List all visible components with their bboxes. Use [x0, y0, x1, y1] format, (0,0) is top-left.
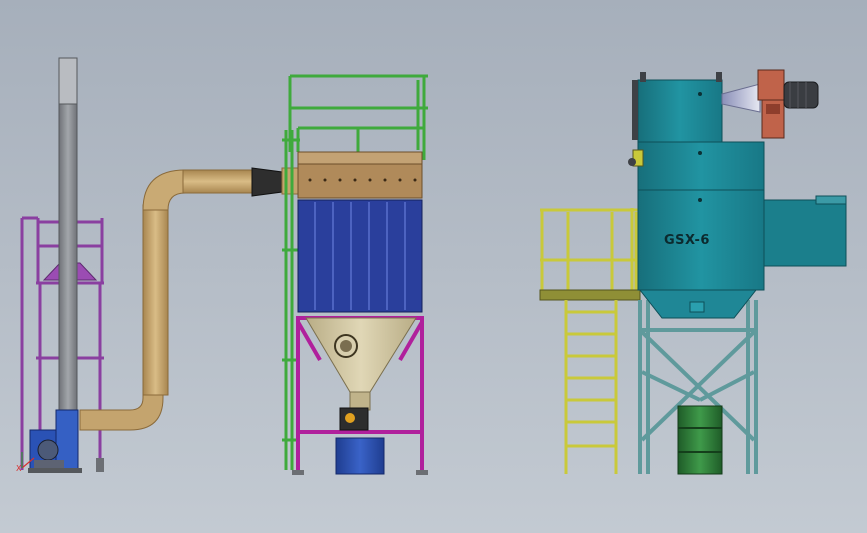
stack-top: [58, 57, 78, 105]
duct-vertical: [142, 204, 169, 396]
duct-horizontal: [182, 169, 256, 194]
baghouse-plenum: [297, 151, 423, 165]
collector-drum: [677, 405, 723, 475]
cad-scene: X GSX-6: [0, 0, 867, 533]
hopper-neck: [349, 391, 371, 411]
collector-model-label: GSX-6: [664, 233, 710, 248]
collector-upper-housing: [637, 79, 723, 143]
axis-label-x: X: [16, 464, 22, 473]
duct-reducer: [251, 167, 283, 197]
collector-mid-housing: [637, 141, 765, 191]
stack-pipe: [58, 57, 78, 419]
rotary-valve: [339, 407, 369, 431]
baghouse-top-section: [297, 163, 423, 199]
access-platform-deck: [539, 289, 641, 301]
baghouse-drum: [335, 437, 385, 475]
collector-inlet-box: [763, 199, 847, 267]
baghouse-body: [297, 199, 423, 313]
